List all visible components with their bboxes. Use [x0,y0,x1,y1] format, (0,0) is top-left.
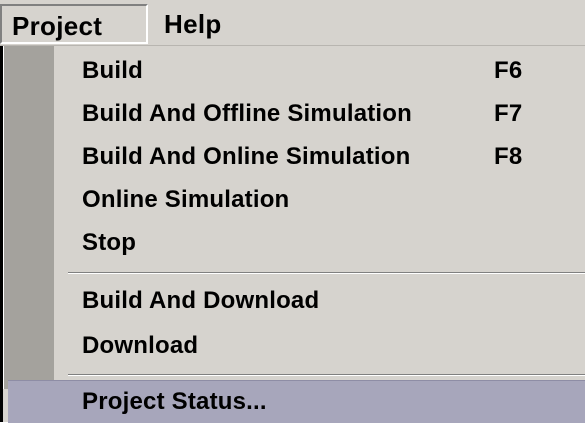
menu-item-stop[interactable]: Stop [66,221,585,265]
menu-bar: Project Help [0,0,585,46]
menu-item-label: Project Status... [82,388,267,415]
menu-item-build[interactable]: Build F6 [66,49,585,93]
menu-item-label: Build And Offline Simulation [82,100,413,127]
menu-help[interactable]: Help [154,4,264,44]
menu-item-shortcut: F6 [494,57,523,84]
menu-item-project-status[interactable]: Project Status... [8,380,585,423]
menu-item-label: Stop [82,229,137,256]
menu-item-build-online-simulation[interactable]: Build And Online Simulation F8 [66,135,585,179]
menu-item-label: Build And Download [82,287,320,314]
menu-item-download[interactable]: Download [66,324,585,368]
menu-separator [68,374,585,376]
menu-item-build-offline-simulation[interactable]: Build And Offline Simulation F7 [66,92,585,136]
menu-item-label: Download [82,332,199,359]
menu-item-label: Build [82,57,143,84]
menu-project[interactable]: Project [0,4,148,44]
menu-item-online-simulation[interactable]: Online Simulation [66,178,585,222]
menu-item-label: Build And Online Simulation [82,143,411,170]
menu-icon-gutter [3,46,54,389]
menu-item-build-and-download[interactable]: Build And Download [66,279,585,323]
menu-item-label: Online Simulation [82,186,290,213]
menu-separator [68,272,585,274]
menu-item-shortcut: F7 [494,100,523,127]
menu-item-shortcut: F8 [494,143,523,170]
